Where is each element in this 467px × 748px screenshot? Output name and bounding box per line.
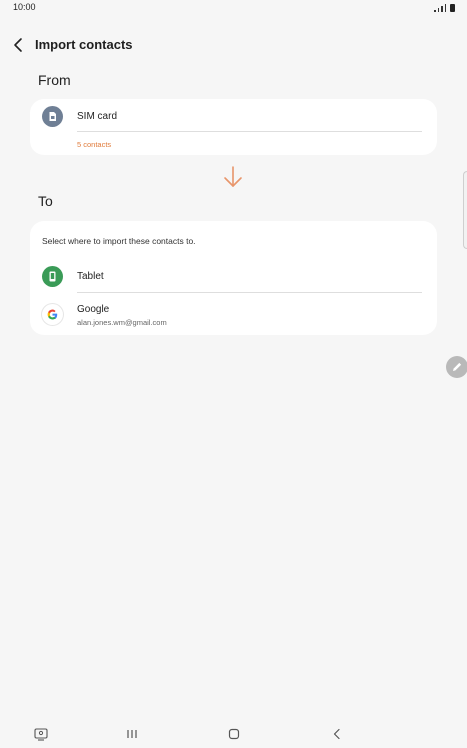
page-title: Import contacts	[35, 37, 133, 52]
google-icon	[42, 304, 63, 325]
chevron-left-icon	[14, 38, 22, 52]
divider	[77, 292, 422, 293]
back-button[interactable]	[10, 36, 28, 54]
source-contact-count: 5 contacts	[77, 140, 112, 149]
destination-card: Select where to import these contacts to…	[30, 221, 437, 335]
destination-instruction: Select where to import these contacts to…	[42, 236, 196, 246]
nav-back-button[interactable]	[329, 726, 345, 742]
status-time: 10:00	[13, 2, 36, 12]
source-card: SIM card 5 contacts	[30, 99, 437, 155]
status-icons	[434, 3, 455, 12]
from-label: From	[38, 72, 71, 88]
recent-apps-icon	[127, 730, 137, 738]
pencil-icon	[453, 362, 462, 371]
keyboard-toggle-button[interactable]	[33, 726, 49, 742]
home-button[interactable]	[226, 726, 242, 742]
destination-name: Tablet	[77, 271, 104, 282]
destination-row-tablet[interactable]: Tablet	[30, 261, 437, 293]
arrow-down-icon	[224, 166, 242, 187]
status-bar: 10:00	[0, 0, 467, 16]
battery-icon	[450, 4, 455, 12]
back-icon	[333, 728, 340, 740]
google-account-email: alan.jones.wm@gmail.com	[77, 318, 167, 327]
edge-panel-handle[interactable]	[463, 171, 467, 249]
destination-row-google[interactable]: Google alan.jones.wm@gmail.com	[30, 297, 437, 331]
navigation-bar	[0, 720, 467, 748]
to-label: To	[38, 193, 53, 209]
divider	[77, 131, 422, 132]
signal-bar	[441, 6, 443, 12]
signal-bar	[437, 8, 439, 12]
tablet-icon	[42, 266, 63, 287]
recent-apps-button[interactable]	[124, 726, 140, 742]
source-name: SIM card	[77, 111, 118, 122]
keyboard-icon	[34, 728, 48, 741]
destination-name: Google	[77, 304, 110, 315]
signal-icon	[434, 10, 436, 12]
sim-card-icon	[42, 106, 63, 127]
home-icon	[228, 728, 240, 740]
app-header: Import contacts	[0, 32, 467, 58]
edit-button[interactable]	[446, 356, 467, 378]
signal-bar	[444, 4, 446, 12]
source-row-sim-card[interactable]: SIM card	[30, 99, 437, 135]
